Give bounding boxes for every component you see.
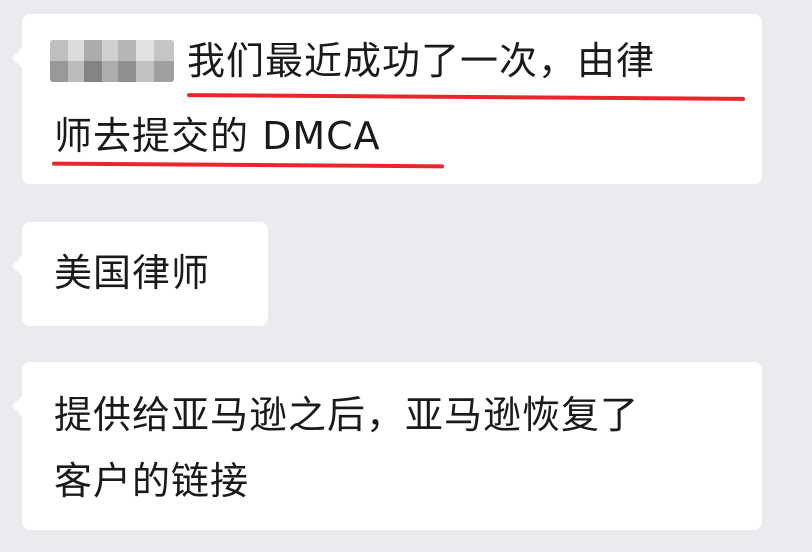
- message-text-line: 我们最近成功了一次，由律: [187, 39, 656, 83]
- message-bubble-1[interactable]: 我们最近成功了一次，由律 师去提交的 DMCA: [12, 14, 762, 184]
- message-text-line: 师去提交的 DMCA: [54, 114, 381, 158]
- message-bubble-3[interactable]: 提供给亚马逊之后，亚马逊恢复了 客户的链接: [12, 362, 762, 530]
- message-bubble-2[interactable]: 美国律师: [12, 222, 268, 326]
- highlight-underline: [186, 93, 746, 101]
- message-text-line: 提供给亚马逊之后，亚马逊恢复了: [54, 393, 640, 437]
- redacted-sender-name: [50, 40, 174, 82]
- message-text-line: 美国律师: [54, 251, 211, 295]
- highlight-underline: [51, 161, 445, 169]
- message-text-line: 客户的链接: [54, 459, 250, 503]
